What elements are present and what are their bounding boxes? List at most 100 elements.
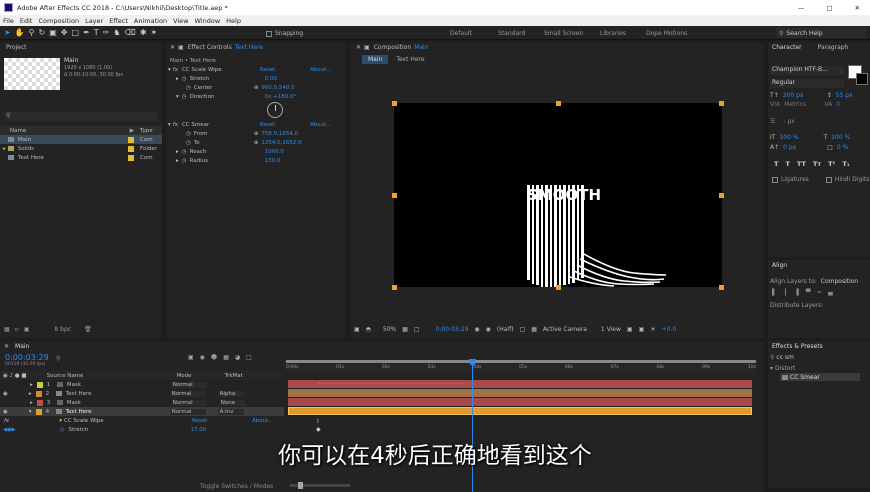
tsume-value[interactable]: 0 % xyxy=(837,144,848,151)
effects-search-input[interactable]: cc sm xyxy=(776,354,793,361)
project-item[interactable]: Text Here Com xyxy=(0,153,162,162)
show-channel-icon[interactable]: ◉ xyxy=(486,326,491,333)
maximize-button[interactable]: □ xyxy=(826,4,832,12)
layer-name[interactable]: Mask xyxy=(67,382,171,388)
align-left-icon[interactable]: ▌ xyxy=(772,289,777,296)
layer-row-selected[interactable]: ◉ ▾ 4 Text Here Normal A.Inv xyxy=(0,407,284,416)
stroke-color-swatch[interactable] xyxy=(856,73,868,85)
property-value[interactable]: 130.0 xyxy=(265,158,281,164)
transform-handle[interactable] xyxy=(556,285,561,290)
exposure-value[interactable]: +0.0 xyxy=(662,326,677,333)
close-icon[interactable]: ✕ xyxy=(170,44,175,51)
close-icon[interactable]: ✕ xyxy=(4,343,9,350)
effects-category[interactable]: Distort xyxy=(775,365,795,372)
stopwatch-icon[interactable]: ◷ xyxy=(186,140,191,146)
composition-tab[interactable]: Composition xyxy=(374,44,411,51)
trash-icon[interactable]: 🗑 xyxy=(84,326,92,333)
reset-link[interactable]: Reset xyxy=(260,122,310,128)
about-link[interactable]: About... xyxy=(310,67,332,73)
effect-property[interactable]: ▸ ◷ Reach 1000.0 xyxy=(176,147,342,156)
keyframe[interactable]: ◆ xyxy=(316,426,321,433)
layer-trkmat[interactable]: Alpha xyxy=(217,390,244,397)
hindi-digits-checkbox[interactable] xyxy=(825,176,832,183)
stopwatch-icon[interactable]: ◷ xyxy=(186,131,191,137)
zoom-dropdown[interactable]: 50% xyxy=(383,326,396,333)
menu-layer[interactable]: Layer xyxy=(85,17,103,25)
col-name[interactable]: Name xyxy=(10,128,26,134)
property-value[interactable]: 1000.0 xyxy=(265,149,284,155)
effect-property[interactable]: ▸ ◷ Stretch 0.00 xyxy=(176,74,342,83)
sub-about-link[interactable]: About... xyxy=(252,418,274,424)
kerning-value[interactable]: Metrics xyxy=(784,101,824,108)
project-item[interactable]: Main Com xyxy=(0,135,162,144)
crosshair-icon[interactable]: ⊕ xyxy=(254,140,259,146)
eraser-tool-icon[interactable]: ⌫ xyxy=(125,28,136,37)
graph-editor-icon[interactable]: □ xyxy=(246,354,252,361)
col-trkmat[interactable]: TrkMat xyxy=(225,373,243,379)
transform-handle[interactable] xyxy=(392,193,397,198)
layer-mode[interactable]: Normal xyxy=(169,390,206,397)
clone-stamp-tool-icon[interactable]: ♞ xyxy=(113,28,120,37)
align-to-dropdown[interactable]: Composition xyxy=(821,278,858,285)
layer-name[interactable]: Text Here xyxy=(66,409,170,415)
effects-item[interactable]: CC Smear xyxy=(780,373,860,381)
menu-file[interactable]: File xyxy=(3,17,14,25)
effects-presets-tab[interactable]: Effects & Presets xyxy=(772,343,823,350)
transform-handle[interactable] xyxy=(719,285,724,290)
transform-handle[interactable] xyxy=(392,101,397,106)
new-folder-icon[interactable]: ▫ xyxy=(15,326,19,333)
snapshot-icon[interactable]: ◉ xyxy=(474,326,479,333)
camera-dropdown[interactable]: Active Camera xyxy=(543,326,587,333)
baseline-shift-value[interactable]: 0 px xyxy=(783,144,827,151)
align-tab[interactable]: Align xyxy=(772,262,787,269)
new-comp-icon[interactable]: ▣ xyxy=(24,326,30,333)
grid-icon[interactable]: ▦ xyxy=(402,326,408,333)
view-layout-dropdown[interactable]: 1 View xyxy=(601,326,621,333)
zoom-slider[interactable] xyxy=(290,482,350,489)
expand-icon[interactable]: ▸ xyxy=(176,76,179,82)
align-vcenter-icon[interactable]: ━ xyxy=(818,289,822,296)
layer-bar[interactable] xyxy=(288,380,752,388)
always-preview-icon[interactable]: ▣ xyxy=(354,326,360,333)
transform-handle[interactable] xyxy=(392,285,397,290)
eye-icon[interactable]: ◉ xyxy=(3,391,8,397)
all-caps-button[interactable]: TT xyxy=(797,160,806,168)
minimize-button[interactable]: — xyxy=(798,4,805,12)
expand-icon[interactable]: ▸ xyxy=(29,391,32,397)
faux-italic-button[interactable]: T xyxy=(785,160,789,168)
layer-bar[interactable] xyxy=(288,407,752,415)
hand-tool-icon[interactable]: ✋ xyxy=(15,28,25,37)
menu-view[interactable]: View xyxy=(173,17,188,25)
align-right-icon[interactable]: ▐ xyxy=(794,289,799,296)
expand-icon[interactable]: ▾ xyxy=(176,94,179,100)
property-value[interactable]: 758.0,1654.0 xyxy=(261,131,298,137)
menu-animation[interactable]: Animation xyxy=(134,17,167,25)
keyframe-nav-icon[interactable]: ◀◆▶ xyxy=(3,427,16,433)
close-button[interactable]: ✕ xyxy=(855,4,860,12)
effect-property[interactable]: ◷ From ⊕ 758.0,1654.0 xyxy=(176,129,342,138)
bpc-label[interactable]: 8 bpc xyxy=(54,326,71,333)
type-tool-icon[interactable]: T xyxy=(94,28,99,37)
layer-mode[interactable]: Normal xyxy=(170,381,207,388)
workspace-small-screen[interactable]: Small Screen xyxy=(544,30,600,37)
expand-icon[interactable]: ▾ xyxy=(168,67,171,73)
project-tab[interactable]: Project xyxy=(6,44,27,51)
property-sub-row[interactable]: ◀◆▶ ◷ Stretch 17.00 xyxy=(0,425,284,434)
stroke-width-value[interactable]: - px xyxy=(783,118,794,125)
horizontal-scale-value[interactable]: 100 % xyxy=(831,134,850,141)
breadcrumb-text-here[interactable]: Text Here xyxy=(396,56,424,63)
ligatures-checkbox[interactable] xyxy=(772,176,778,183)
mask-visibility-icon[interactable]: □ xyxy=(414,326,420,333)
search-help-box[interactable]: ⚲ Search Help xyxy=(776,28,866,38)
expand-icon[interactable]: ▾ xyxy=(770,365,773,372)
property-value[interactable]: 1254.0,1652.0 xyxy=(261,140,301,146)
layer-bar[interactable] xyxy=(288,389,752,397)
effect-row[interactable]: ▾ fx CC Smear Reset About... xyxy=(168,120,344,129)
roto-brush-tool-icon[interactable]: ✱ xyxy=(140,28,147,37)
current-time[interactable]: 0:00:03:29 xyxy=(436,326,469,333)
shy-icon[interactable]: ☻ xyxy=(211,354,217,361)
close-icon[interactable]: ✕ xyxy=(356,44,361,51)
transform-handle[interactable] xyxy=(719,193,724,198)
font-style-dropdown[interactable]: Regular xyxy=(770,79,844,88)
composition-target[interactable]: Main xyxy=(414,44,428,51)
